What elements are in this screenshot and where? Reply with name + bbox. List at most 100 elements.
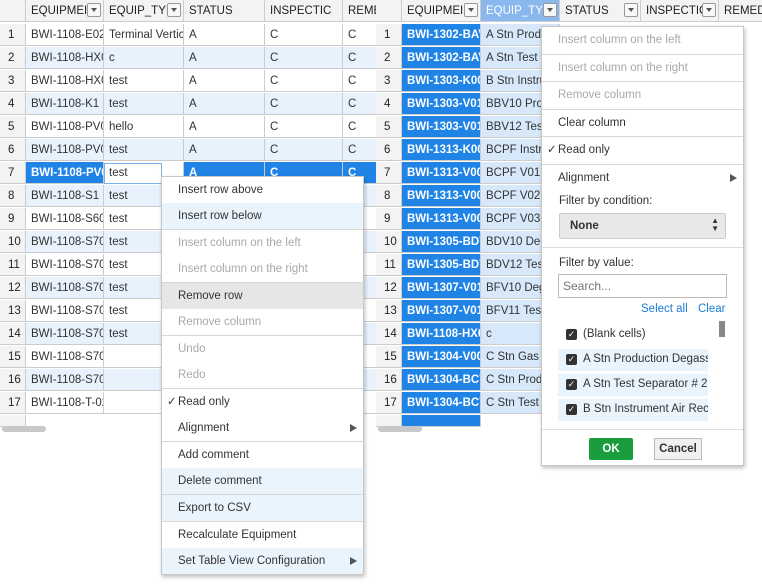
column-header[interactable]: REME — [343, 0, 376, 22]
table-cell[interactable]: A — [184, 93, 265, 115]
table-cell[interactable]: C — [265, 93, 343, 115]
table-cell[interactable]: BWI-1108-PV0 — [26, 162, 104, 184]
row-header[interactable]: 15 — [376, 346, 402, 368]
column-menu-item-read-only[interactable]: ✓ Read only — [542, 137, 743, 164]
row-header[interactable]: 2 — [376, 47, 402, 69]
table-cell[interactable]: BWI-1302-BAV — [402, 24, 481, 46]
table-cell[interactable]: A — [184, 24, 265, 46]
menu-item-recalculate-equipment[interactable]: Recalculate Equipment — [162, 522, 363, 548]
column-header[interactable]: INSPECTIC — [265, 0, 343, 22]
row-header[interactable]: 2 — [0, 47, 26, 69]
table-cell[interactable]: BWI-1108-S603 — [26, 208, 104, 230]
table-cell[interactable]: BWI-1108-HX0 — [26, 47, 104, 69]
table-cell[interactable]: Terminal Vertica — [104, 24, 184, 46]
row-header[interactable]: 9 — [0, 208, 26, 230]
table-cell[interactable]: BWI-1108-S702 — [26, 346, 104, 368]
table-cell[interactable]: BWI-1108-K1 — [26, 93, 104, 115]
column-menu-button-icon[interactable] — [87, 3, 101, 17]
table-cell[interactable]: C — [265, 47, 343, 69]
table-cell[interactable]: C — [343, 116, 376, 138]
column-menu-button-icon[interactable] — [702, 3, 716, 17]
table-cell[interactable]: BWI-1304-BCV — [402, 392, 481, 414]
ok-button[interactable]: OK — [589, 438, 633, 460]
row-header[interactable]: 7 — [0, 162, 26, 184]
menu-item-add-comment[interactable]: Add comment — [162, 442, 363, 468]
table-cell[interactable]: BWI-1108-S701 — [26, 254, 104, 276]
column-menu-item-alignment[interactable]: Alignment — [542, 165, 743, 192]
table-cell[interactable]: A — [184, 139, 265, 161]
row-header[interactable]: 3 — [376, 70, 402, 92]
table-cell[interactable]: C — [343, 70, 376, 92]
row-header[interactable]: 10 — [0, 231, 26, 253]
column-menu-button-icon[interactable] — [167, 3, 181, 17]
filter-value-option[interactable]: ✓ A Stn Production Degasse — [558, 349, 708, 371]
table-cell[interactable]: BWI-1108-S703 — [26, 369, 104, 391]
row-header[interactable]: 6 — [376, 139, 402, 161]
table-cell[interactable]: BWI-1108-T-02 — [26, 392, 104, 414]
table-cell[interactable]: C — [265, 70, 343, 92]
table-cell[interactable]: BWI-1108-S702 — [26, 323, 104, 345]
table-cell[interactable]: BWI-1313-V001 — [402, 162, 481, 184]
checkbox-checked-icon[interactable]: ✓ — [566, 354, 577, 365]
row-header[interactable]: 8 — [0, 185, 26, 207]
table-cell[interactable]: C — [265, 139, 343, 161]
row-header[interactable]: 5 — [376, 116, 402, 138]
menu-item-insert-row-below[interactable]: Insert row below — [162, 203, 363, 229]
column-header[interactable]: STATUS — [184, 0, 265, 22]
menu-item-alignment[interactable]: Alignment — [162, 415, 363, 441]
column-menu-item-clear-column[interactable]: Clear column — [542, 110, 743, 137]
table-cell[interactable]: C — [343, 139, 376, 161]
menu-item-remove-row[interactable]: Remove row — [162, 283, 363, 309]
row-header[interactable]: 1 — [376, 24, 402, 46]
column-header[interactable]: REMED — [719, 0, 762, 22]
table-cell[interactable]: BWI-1305-BDV — [402, 254, 481, 276]
table-cell[interactable]: BWI-1313-K001 — [402, 139, 481, 161]
table-cell[interactable]: test — [104, 70, 184, 92]
table-cell[interactable]: BWI-1303-K001 — [402, 70, 481, 92]
table-cell[interactable]: C — [343, 47, 376, 69]
row-header[interactable]: 7 — [376, 162, 402, 184]
right-horizontal-scrollbar[interactable] — [378, 426, 422, 432]
menu-item-set-table-view-configuration[interactable]: Set Table View Configuration — [162, 548, 363, 574]
table-cell[interactable]: BWI-1313-V003 — [402, 208, 481, 230]
table-cell[interactable]: BWI-1307-V011 — [402, 300, 481, 322]
table-cell[interactable]: test — [104, 93, 184, 115]
menu-item-insert-row-above[interactable]: Insert row above — [162, 177, 363, 203]
table-cell[interactable]: c — [104, 47, 184, 69]
row-header[interactable]: 13 — [0, 300, 26, 322]
table-cell[interactable]: BWI-1108-HX0 — [26, 70, 104, 92]
table-cell[interactable]: BWI-1302-BAV — [402, 47, 481, 69]
filter-value-option[interactable]: ✓ A Stn Test Separator # 2 B — [558, 374, 708, 396]
clear-link[interactable]: Clear — [698, 303, 725, 315]
row-header[interactable]: 9 — [376, 208, 402, 230]
row-header[interactable]: 12 — [376, 277, 402, 299]
table-cell[interactable]: BWI-1108-S701 — [26, 277, 104, 299]
row-header[interactable]: 8 — [376, 185, 402, 207]
filter-value-option[interactable]: ✓ (Blank cells) — [558, 324, 708, 346]
table-cell[interactable]: BWI-1304-V001 — [402, 346, 481, 368]
menu-item-delete-comment[interactable]: Delete comment — [162, 468, 363, 494]
table-cell[interactable]: BWI-1108-E02 — [26, 24, 104, 46]
checkbox-checked-icon[interactable]: ✓ — [566, 379, 577, 390]
row-header[interactable]: 4 — [0, 93, 26, 115]
table-cell[interactable]: BWI-1108-PV0 — [26, 116, 104, 138]
row-header[interactable]: 17 — [376, 392, 402, 414]
table-cell[interactable]: C — [265, 24, 343, 46]
row-header[interactable]: 10 — [376, 231, 402, 253]
filter-search-input[interactable] — [558, 274, 727, 298]
menu-item-export-to-csv[interactable]: Export to CSV — [162, 495, 363, 521]
column-menu-button-icon[interactable] — [543, 3, 557, 17]
table-cell[interactable]: A — [184, 116, 265, 138]
checkbox-checked-icon[interactable]: ✓ — [566, 404, 577, 415]
filter-value-option[interactable]: ✓ B Stn Instrument Air Recei — [558, 399, 708, 421]
table-cell[interactable]: C — [343, 93, 376, 115]
table-cell[interactable]: BWI-1313-V002 — [402, 185, 481, 207]
table-cell[interactable]: BWI-1307-V01C — [402, 277, 481, 299]
table-cell[interactable]: test — [104, 139, 184, 161]
table-cell[interactable]: C — [265, 116, 343, 138]
row-header[interactable]: 13 — [376, 300, 402, 322]
table-cell[interactable]: BWI-1108-PV0 — [26, 139, 104, 161]
table-cell[interactable]: BWI-1108-HX0 — [402, 323, 481, 345]
row-header[interactable]: 11 — [0, 254, 26, 276]
table-cell[interactable]: C — [343, 24, 376, 46]
